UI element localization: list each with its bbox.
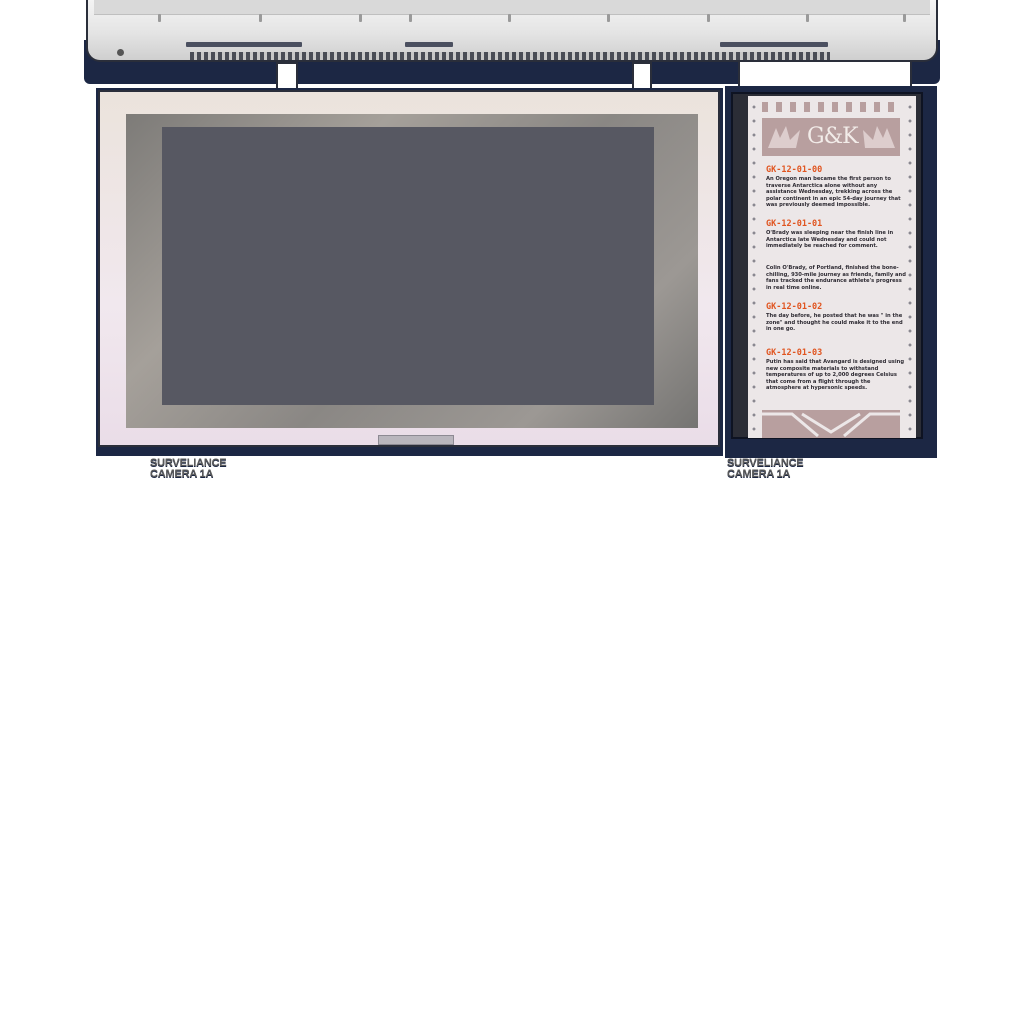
feed-entry: GK-12-01-02 The day before, he posted th… <box>766 303 906 333</box>
camera-label-right-line2: CAMERA 1A <box>727 468 791 480</box>
rail-cap <box>94 0 930 15</box>
rail-rivet <box>707 14 710 22</box>
left-ornament-icon <box>768 126 800 148</box>
right-bracket <box>738 60 912 88</box>
camera-label-left: SURVELIANCE CAMERA 1A <box>150 458 227 480</box>
rail-rivet <box>508 14 511 22</box>
rail-rivet <box>359 14 362 22</box>
feed-entry-text: O'Brady was sleeping near the finish lin… <box>766 230 894 250</box>
printout-bottom-band <box>762 410 900 438</box>
rail-rivet <box>409 14 412 22</box>
monitor-button[interactable] <box>378 435 454 445</box>
feed-entry: GK-12-01-03 Putin has said that Avangard… <box>766 349 906 392</box>
rail-rivet <box>607 14 610 22</box>
feed-entry-id: GK-12-01-01 <box>766 219 823 229</box>
feed-entry-text: Putin has said that Avangard is designed… <box>766 359 905 392</box>
left-bracket <box>276 62 298 90</box>
bottom-pattern-icon <box>762 412 900 438</box>
left-perforation <box>748 96 760 438</box>
right-ornament-icon <box>863 126 895 148</box>
feed-entry-text: An Oregon man became the first person to… <box>766 176 901 209</box>
camera-label-right: SURVELIANCE CAMERA 1A <box>727 458 804 480</box>
feed-entry-id: GK-12-01-02 <box>766 302 823 312</box>
feed-entry: GK-12-01-01 O'Brady was sleeping near th… <box>766 220 906 250</box>
rail-slot <box>405 42 453 47</box>
feed-entry-id: GK-12-01-00 <box>766 165 823 175</box>
rail-slot <box>186 42 302 47</box>
feed-logo: G&K <box>807 124 859 149</box>
feed-entry: GK-12-01-00 An Oregon man became the fir… <box>766 166 906 209</box>
rail-rivet <box>259 14 262 22</box>
rail-slot <box>720 42 828 47</box>
camera-label-left-line2: CAMERA 1A <box>150 468 214 480</box>
printout-top-pattern <box>762 102 900 112</box>
feed-entry: Colin O'Brady, of Portland, finished the… <box>766 265 906 291</box>
rail-rivet <box>806 14 809 22</box>
rail-rivet <box>158 14 161 22</box>
feed-entry-text: The day before, he posted that he was " … <box>766 313 903 333</box>
camera-feed-screen[interactable] <box>162 127 654 405</box>
feed-entry-text: Colin O'Brady, of Portland, finished the… <box>766 265 906 291</box>
power-indicator-icon <box>117 49 124 56</box>
feed-entry-id: GK-12-01-03 <box>766 348 823 358</box>
rail-vent <box>190 52 830 60</box>
center-bracket <box>632 62 652 90</box>
rail-rivet <box>903 14 906 22</box>
